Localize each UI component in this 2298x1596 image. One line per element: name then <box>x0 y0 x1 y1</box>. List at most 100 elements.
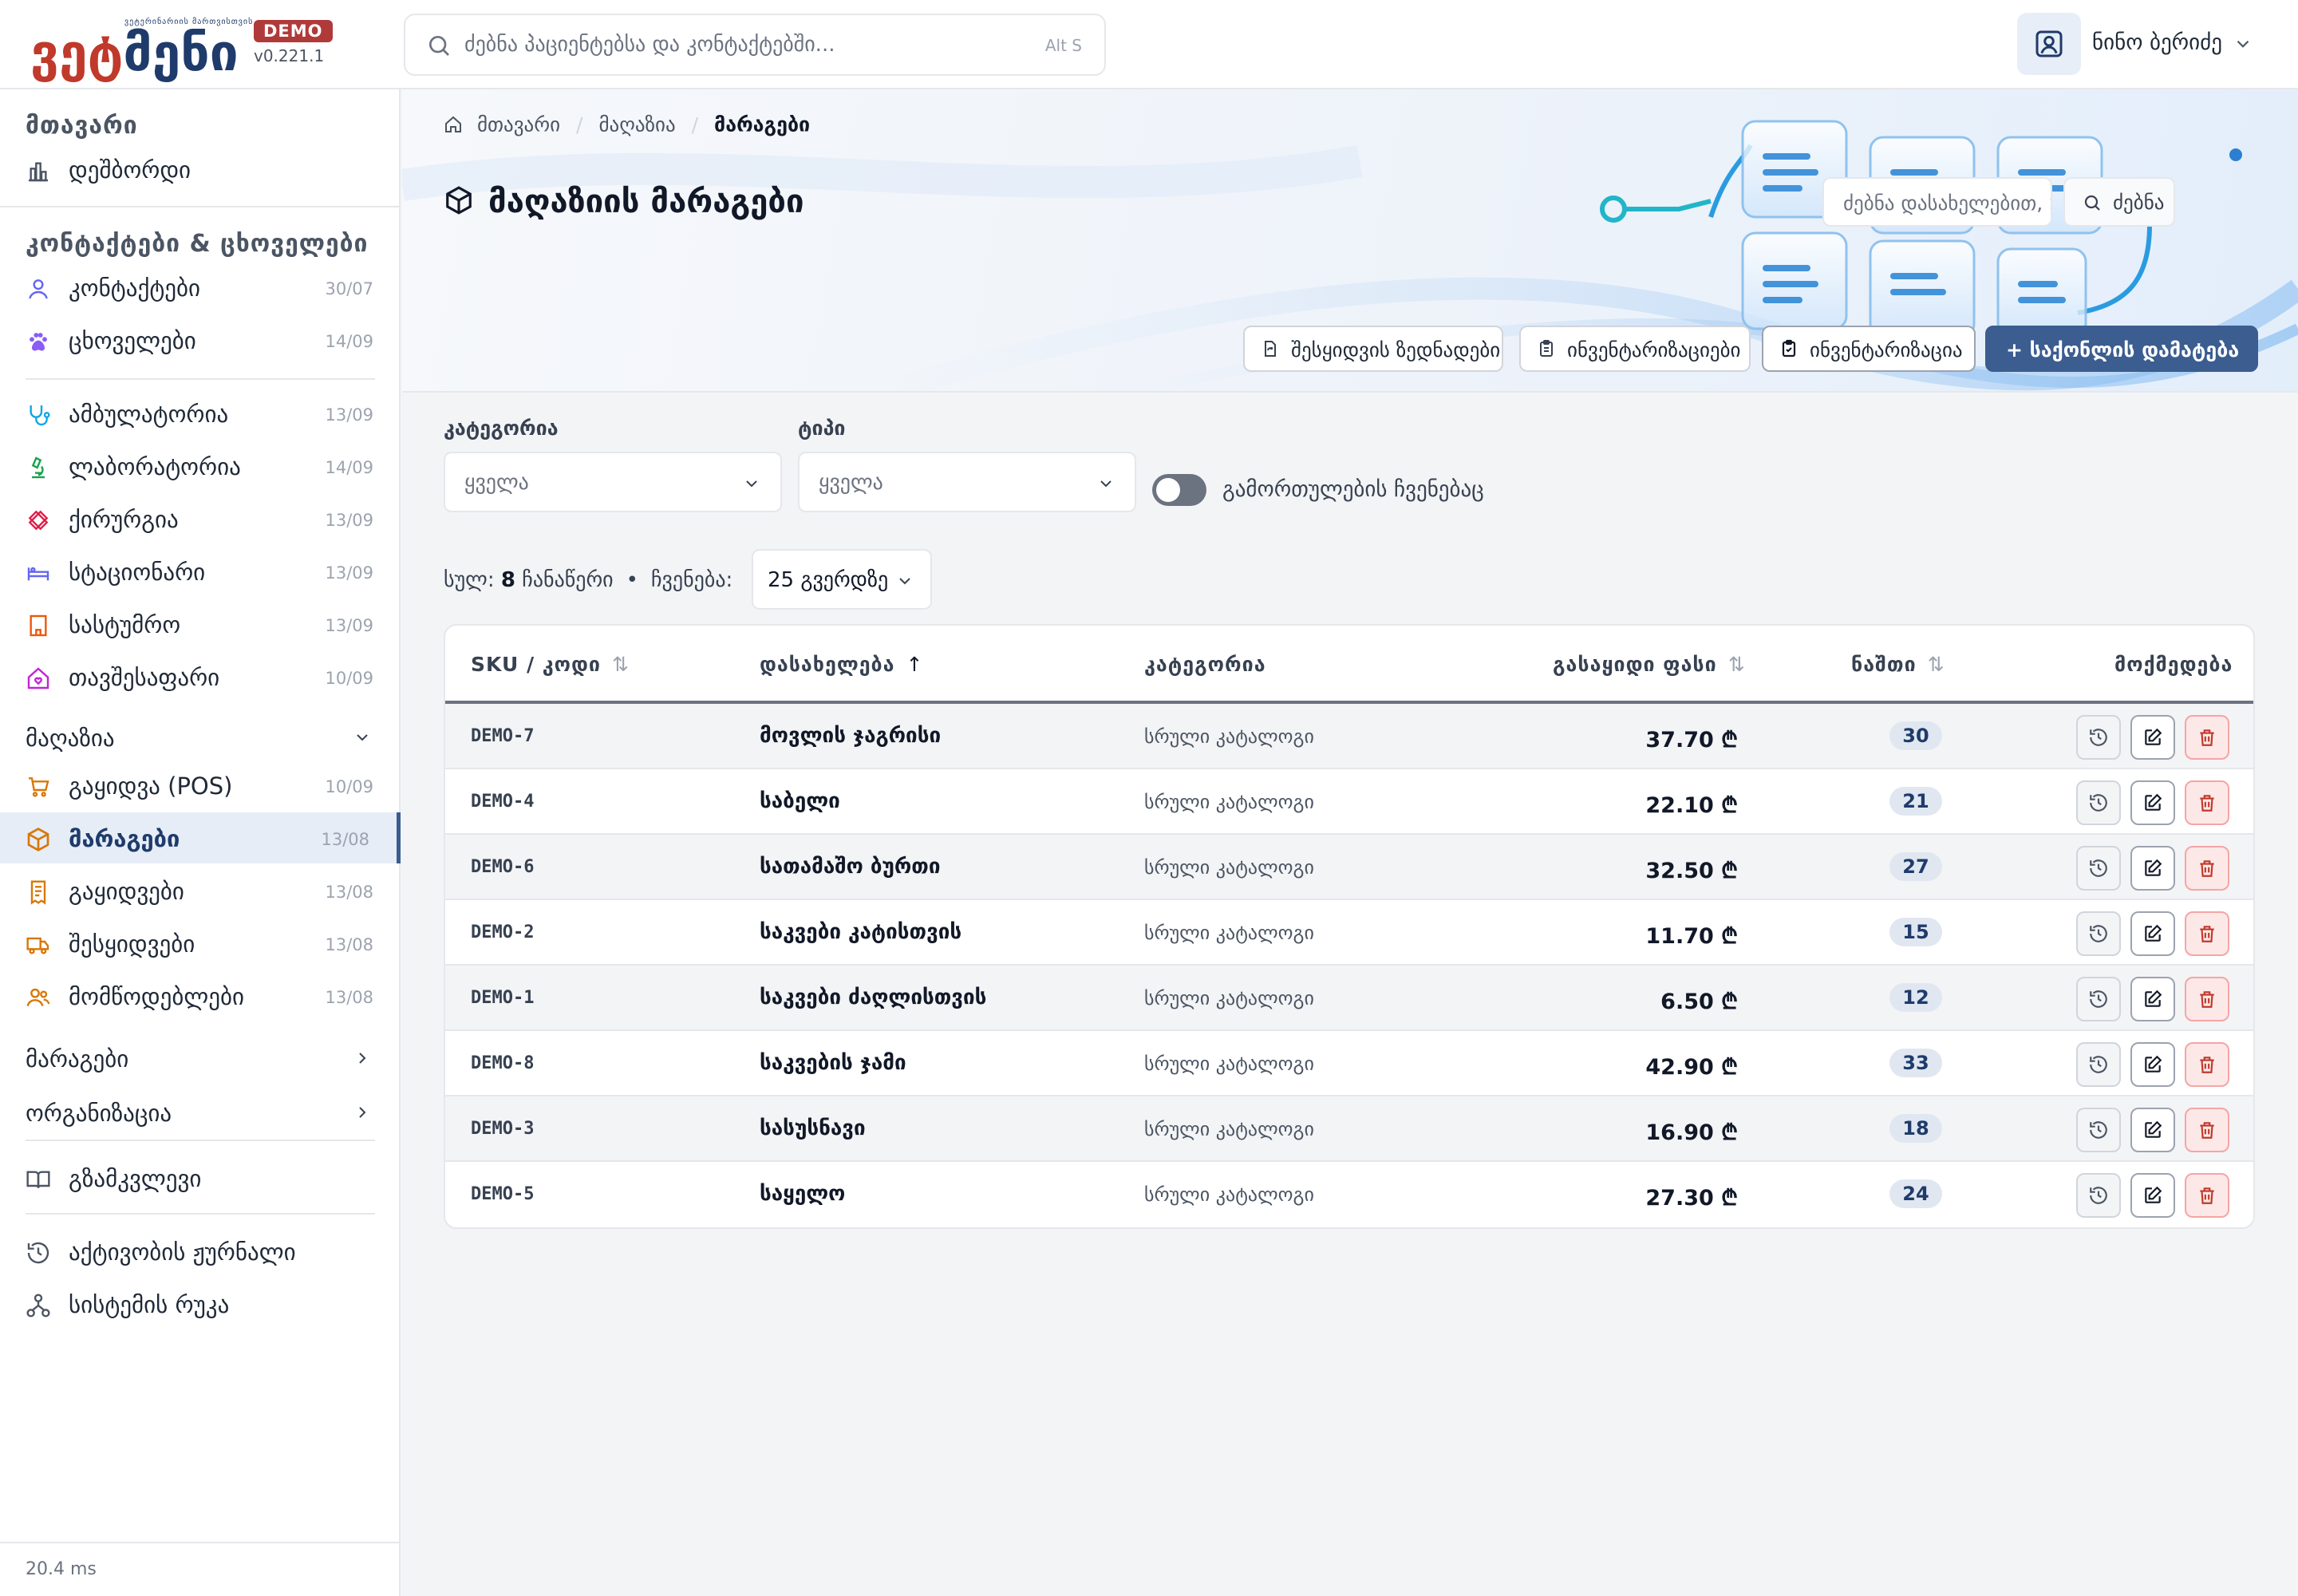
sidebar-item-dashboard[interactable]: დეშბორდი <box>0 144 401 195</box>
sidebar-group-stock[interactable]: მარაგები <box>0 1034 401 1082</box>
home-icon[interactable] <box>444 115 463 134</box>
table-row[interactable]: DEMO-8 საკვების ჯამი სრული კატალოგი 42.9… <box>445 1031 2253 1096</box>
history-button[interactable] <box>2076 1108 2121 1152</box>
add-product-button[interactable]: + საქონლის დამატება <box>1985 326 2258 372</box>
delete-button[interactable] <box>2185 977 2229 1021</box>
chart-icon <box>29 162 48 182</box>
breadcrumb-separator: / <box>691 113 699 136</box>
sidebar-group-organization[interactable]: ორგანიზაცია <box>0 1088 401 1136</box>
row-sku: DEMO-6 <box>471 857 535 877</box>
sidebar-item-suppliers[interactable]: მომწოდებლები 13/08 <box>0 970 401 1021</box>
sidebar-group-shop[interactable]: მაღაზია <box>0 713 401 761</box>
edit-button[interactable] <box>2130 1108 2175 1152</box>
history-button[interactable] <box>2076 846 2121 891</box>
sidebar-item-pos[interactable]: გაყიდვა (POS) 10/09 <box>0 760 401 811</box>
sidebar-item-animals[interactable]: ცხოველები 14/09 <box>0 314 401 365</box>
table-row[interactable]: DEMO-6 სათამაშო ბურთი სრული კატალოგი 32.… <box>445 835 2253 900</box>
delete-button[interactable] <box>2185 1042 2229 1087</box>
sidebar-item-inpatient[interactable]: სტაციონარი 13/09 <box>0 546 401 597</box>
row-name[interactable]: საბელი <box>760 789 840 813</box>
edit-button[interactable] <box>2130 715 2175 760</box>
edit-button[interactable] <box>2130 1042 2175 1087</box>
edit-button[interactable] <box>2130 977 2175 1021</box>
show-disabled-toggle[interactable] <box>1152 474 1206 506</box>
breadcrumb-home[interactable]: მთავარი <box>477 113 560 136</box>
breadcrumb-shop[interactable]: მაღაზია <box>598 113 675 136</box>
delete-button[interactable] <box>2185 715 2229 760</box>
row-name[interactable]: სათამაშო ბურთი <box>760 855 940 879</box>
cart-icon <box>29 777 49 797</box>
sidebar-item-contacts[interactable]: კონტაქტები 30/07 <box>0 262 401 313</box>
row-name[interactable]: საკვები ძაღლისთვის <box>760 986 986 1009</box>
sidebar-item-sales[interactable]: გაყიდვები 13/08 <box>0 865 401 916</box>
chevron-right-icon <box>359 1053 366 1064</box>
edit-button[interactable] <box>2130 846 2175 891</box>
row-name[interactable]: სასუსნავი <box>760 1116 866 1140</box>
history-icon <box>2090 1121 2107 1139</box>
edit-button[interactable] <box>2130 780 2175 825</box>
table-row[interactable]: DEMO-3 სასუსნავი სრული კატალოგი 16.90 ₾ … <box>445 1096 2253 1162</box>
edit-icon <box>2145 793 2162 811</box>
app-version: v0.221.1 <box>254 46 325 65</box>
delete-button[interactable] <box>2185 911 2229 956</box>
delete-button[interactable] <box>2185 1108 2229 1152</box>
per-page-select[interactable]: 25 გვერდზე <box>752 549 932 610</box>
package-icon <box>446 186 472 215</box>
history-button[interactable] <box>2076 977 2121 1021</box>
category-filter-select[interactable]: ყველა <box>444 452 782 512</box>
purchase-orders-button[interactable]: შესყიდვის ზედნადები <box>1243 326 1503 372</box>
column-header-sku[interactable]: SKU / კოდი ⇅ <box>471 653 630 676</box>
column-header-name[interactable]: დასახელება ↑ <box>760 653 923 676</box>
sidebar-item-hotel[interactable]: სასტუმრო 13/09 <box>0 598 401 650</box>
stock-search-input[interactable]: ძებნა დასახელებით, SKU- <box>1822 177 2052 227</box>
delete-button[interactable] <box>2185 846 2229 891</box>
breadcrumb: მთავარი / მაღაზია / მარაგები <box>444 112 810 136</box>
type-filter-select[interactable]: ყველა <box>798 452 1136 512</box>
history-button[interactable] <box>2076 1173 2121 1218</box>
row-price: 6.50 ₾ <box>1660 990 1738 1014</box>
sidebar-divider <box>26 1140 375 1141</box>
sidebar-item-guide[interactable]: გზამკვლევი <box>0 1152 401 1203</box>
user-name[interactable]: ნინო ბერიძე <box>2092 30 2222 55</box>
edit-button[interactable] <box>2130 911 2175 956</box>
sidebar-item-outpatient[interactable]: ამბულატორია 13/09 <box>0 388 401 439</box>
global-search-input[interactable]: ძებნა პაციენტებსა და კონტაქტებში... Alt … <box>404 14 1106 76</box>
delete-button[interactable] <box>2185 1173 2229 1218</box>
sidebar-item-purchases[interactable]: შესყიდვები 13/08 <box>0 918 401 969</box>
sidebar-section-contacts: კონტაქტები & ცხოველები <box>26 230 369 258</box>
table-row[interactable]: DEMO-7 მოვლის ჯაგრისი სრული კატალოგი 37.… <box>445 704 2253 769</box>
row-name[interactable]: მოვლის ჯაგრისი <box>760 724 941 748</box>
row-name[interactable]: საყელო <box>760 1182 845 1206</box>
sidebar-item-system-map[interactable]: სისტემის რუკა <box>0 1278 401 1329</box>
chevron-down-icon[interactable] <box>2233 34 2253 54</box>
column-header-price[interactable]: გასაყიდი ფასი ⇅ <box>1553 653 1746 676</box>
top-header: ვეტერინარიის მართვისთვის ვეტმენი DEMO v0… <box>0 0 2298 89</box>
sidebar-item-surgery[interactable]: ქირურგია 13/09 <box>0 493 401 544</box>
trash-icon <box>2200 729 2214 746</box>
history-button[interactable] <box>2076 1042 2121 1087</box>
sidebar-item-stock[interactable]: მარაგები 13/08 <box>0 812 401 863</box>
table-row[interactable]: DEMO-5 საყელო სრული კატალოგი 27.30 ₾ 24 <box>445 1162 2253 1227</box>
column-header-stock[interactable]: ნაშთი ⇅ <box>1851 653 1945 676</box>
table-row[interactable]: DEMO-4 საბელი სრული კატალოგი 22.10 ₾ 21 <box>445 769 2253 835</box>
records-summary: სულ: 8 ჩანაწერი • ჩვენება: <box>444 568 733 592</box>
row-name[interactable]: საკვების ჯამი <box>760 1051 906 1075</box>
delete-button[interactable] <box>2185 780 2229 825</box>
history-button[interactable] <box>2076 715 2121 760</box>
row-category: სრული კატალოგი <box>1144 987 1314 1009</box>
inventory-button[interactable]: ინვენტარიზაცია <box>1762 326 1976 372</box>
row-name[interactable]: საკვები კატისთვის <box>760 920 961 944</box>
inventories-button[interactable]: ინვენტარიზაციები <box>1519 326 1751 372</box>
history-button[interactable] <box>2076 780 2121 825</box>
table-row[interactable]: DEMO-2 საკვები კატისთვის სრული კატალოგი … <box>445 900 2253 966</box>
stock-search-button[interactable]: ძებნა <box>2063 177 2175 227</box>
edit-button[interactable] <box>2130 1173 2175 1218</box>
user-avatar-button[interactable] <box>2017 13 2081 75</box>
breadcrumb-current: მარაგები <box>714 113 811 136</box>
sidebar-item-laboratory[interactable]: ლაბორატორია 14/09 <box>0 440 401 492</box>
history-button[interactable] <box>2076 911 2121 956</box>
sidebar-item-activity-log[interactable]: აქტივობის ჟურნალი <box>0 1226 401 1277</box>
table-row[interactable]: DEMO-1 საკვები ძაღლისთვის სრული კატალოგი… <box>445 966 2253 1031</box>
sidebar-item-shelter[interactable]: თავშესაფარი 10/09 <box>0 651 401 702</box>
category-filter-label: კატეგორია <box>444 417 559 440</box>
